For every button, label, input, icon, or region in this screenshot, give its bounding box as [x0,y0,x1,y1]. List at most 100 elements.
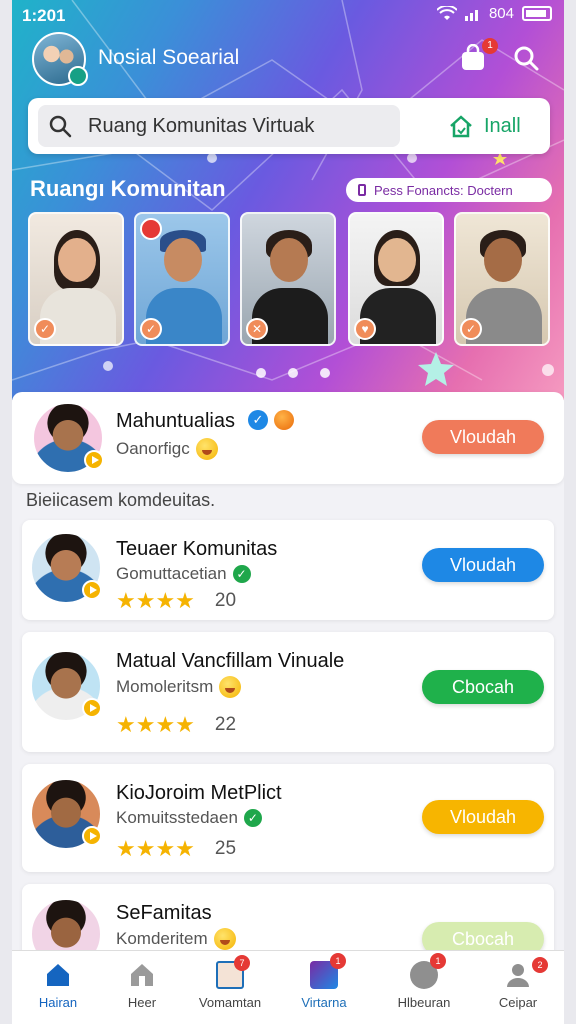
nav-label: Virtarna [301,995,347,1010]
avatar [32,402,104,474]
phone-screen: 1:201 804 Nosial Soearial 1 Ruang Komuni… [12,0,564,1024]
carousel-dot[interactable] [320,368,330,378]
gallery-icon: 1 [310,953,346,989]
verified-icon: ✓ [248,410,268,430]
featured-badges: ✓ [248,410,294,430]
heart-badge-icon [140,218,162,240]
check-badge-icon: ✓ [140,318,162,340]
play-icon [84,450,104,470]
community-photo[interactable]: ✓ [454,212,550,346]
install-button[interactable]: Inall [448,110,521,142]
check-badge-icon: ✓ [460,318,482,340]
bottom-navigation: Hairan Heer 7 Vomamtan 1 Virtarna 1 Hlbe… [12,950,564,1024]
cart-badge: 1 [482,38,498,54]
featured-action-button[interactable]: Vloudah [422,420,544,454]
home-outline-icon [450,115,472,138]
community-sub: Komuitsstedaen ✓ [116,808,262,828]
nav-item-virtarna[interactable]: 1 Virtarna [278,953,370,1010]
cross-badge-icon: ✕ [246,318,268,340]
home-icon [47,964,69,986]
play-icon [82,698,102,718]
community-photo[interactable]: ✕ [240,212,336,346]
community-card[interactable]: Matual Vancfillam Vinuale Momoleritsm ★★… [22,632,554,752]
check-circle-icon: 1 [410,953,446,989]
rating-count: 22 [214,714,237,735]
community-sub: Gomuttacetian ✓ [116,564,251,584]
featured-sub-text: Oanorfigc [116,439,190,458]
nav-item-ceipar[interactable]: 2 Ceipar [472,957,564,1010]
edit-icon: 7 [216,955,250,989]
search-input[interactable]: Ruang Komunitas Virtuak [38,105,400,147]
hero-banner: 1:201 804 Nosial Soearial 1 Ruang Komuni… [12,0,564,400]
avatar [30,650,102,722]
signal-icon [464,9,478,21]
search-placeholder: Ruang Komunitas Virtuak [88,115,315,137]
app-title: Nosial Soearial [98,46,240,69]
community-name: Teuaer Komunitas [116,538,278,560]
nav-label: Hairan [38,995,78,1010]
verified-check-icon: ✓ [232,565,251,583]
community-action-button[interactable]: Cbocah [422,670,544,704]
status-bar: 1:201 804 [12,0,564,30]
check-badge-icon: ✓ [34,318,56,340]
community-photo[interactable]: ✓ [28,212,124,346]
section-title: Ruangı Komunitan [30,176,226,201]
profile-icon [507,964,529,987]
app-header: Nosial Soearial 1 [12,30,564,90]
verified-check-icon: ✓ [243,809,262,827]
nav-badge: 1 [430,953,446,969]
community-sub-text: Momoleritsm [116,677,214,696]
install-label: Inall [484,114,521,137]
community-name: Matual Vancfillam Vinuale [116,650,345,672]
emoji-icon [219,676,242,698]
battery-icon [522,6,552,21]
rating: ★★★★ 22 [116,712,237,737]
community-card[interactable]: KioJoroim MetPlict Komuitsstedaen ✓ ★★★★… [22,764,554,872]
cart-button[interactable]: 1 [460,38,498,76]
featured-community-card[interactable]: Mahuntualias ✓ Oanorfigc Vloudah [12,392,564,484]
community-photo[interactable]: ♥ [348,212,444,346]
community-sub: Momoleritsm [116,676,242,698]
community-name: KioJoroim MetPlict [116,782,282,804]
nav-item-heer[interactable]: Heer [96,957,188,1010]
featured-sub: Oanorfigc [116,438,218,460]
community-name: SeFamitas [116,902,212,924]
community-action-button[interactable]: Vloudah [422,800,544,834]
community-sub-text: Gomuttacetian [116,564,227,583]
rating-count: 25 [214,838,237,859]
emoji-icon [195,438,218,460]
carousel-dots[interactable] [256,368,330,378]
search-icon [49,115,72,138]
orange-orb-icon [274,410,294,430]
nav-item-hlbeuran[interactable]: 1 Hlbeuran [378,953,470,1010]
nav-badge: 1 [330,953,346,969]
nav-badge: 2 [532,957,548,973]
nav-item-vomamtan[interactable]: 7 Vomamtan [184,955,276,1010]
status-time: 1:201 [22,6,66,25]
community-card[interactable]: Teuaer Komunitas Gomuttacetian ✓ ★★★★ 20 … [22,520,554,620]
phone-icon [358,184,366,196]
play-icon [82,826,102,846]
wifi-icon [436,5,457,20]
profile-avatar[interactable] [32,32,88,86]
nav-label: Heer [127,995,157,1010]
carousel-dot[interactable] [288,368,298,378]
nav-badge: 7 [234,955,250,971]
carrier-label: 804 [488,5,514,22]
community-photo[interactable]: ✓ [134,212,230,346]
status-icons: 804 [436,5,552,22]
avatar [30,532,102,604]
header-search-button[interactable] [512,44,544,76]
nav-label: Ceipar [498,995,538,1010]
search-icon [514,46,539,71]
filter-pill-label: Pess Fonancts: Doctern [374,182,513,198]
nav-label: Vomamtan [198,995,262,1010]
nav-item-home[interactable]: Hairan [12,957,104,1010]
play-icon [82,580,102,600]
community-sub-text: Komuitsstedaen [116,808,238,827]
community-action-button[interactable]: Vloudah [422,548,544,582]
rating: ★★★★ 20 [116,588,237,613]
carousel-dot[interactable] [256,368,266,378]
avatar [30,778,102,850]
filter-pill[interactable]: Pess Fonancts: Doctern [346,178,552,202]
